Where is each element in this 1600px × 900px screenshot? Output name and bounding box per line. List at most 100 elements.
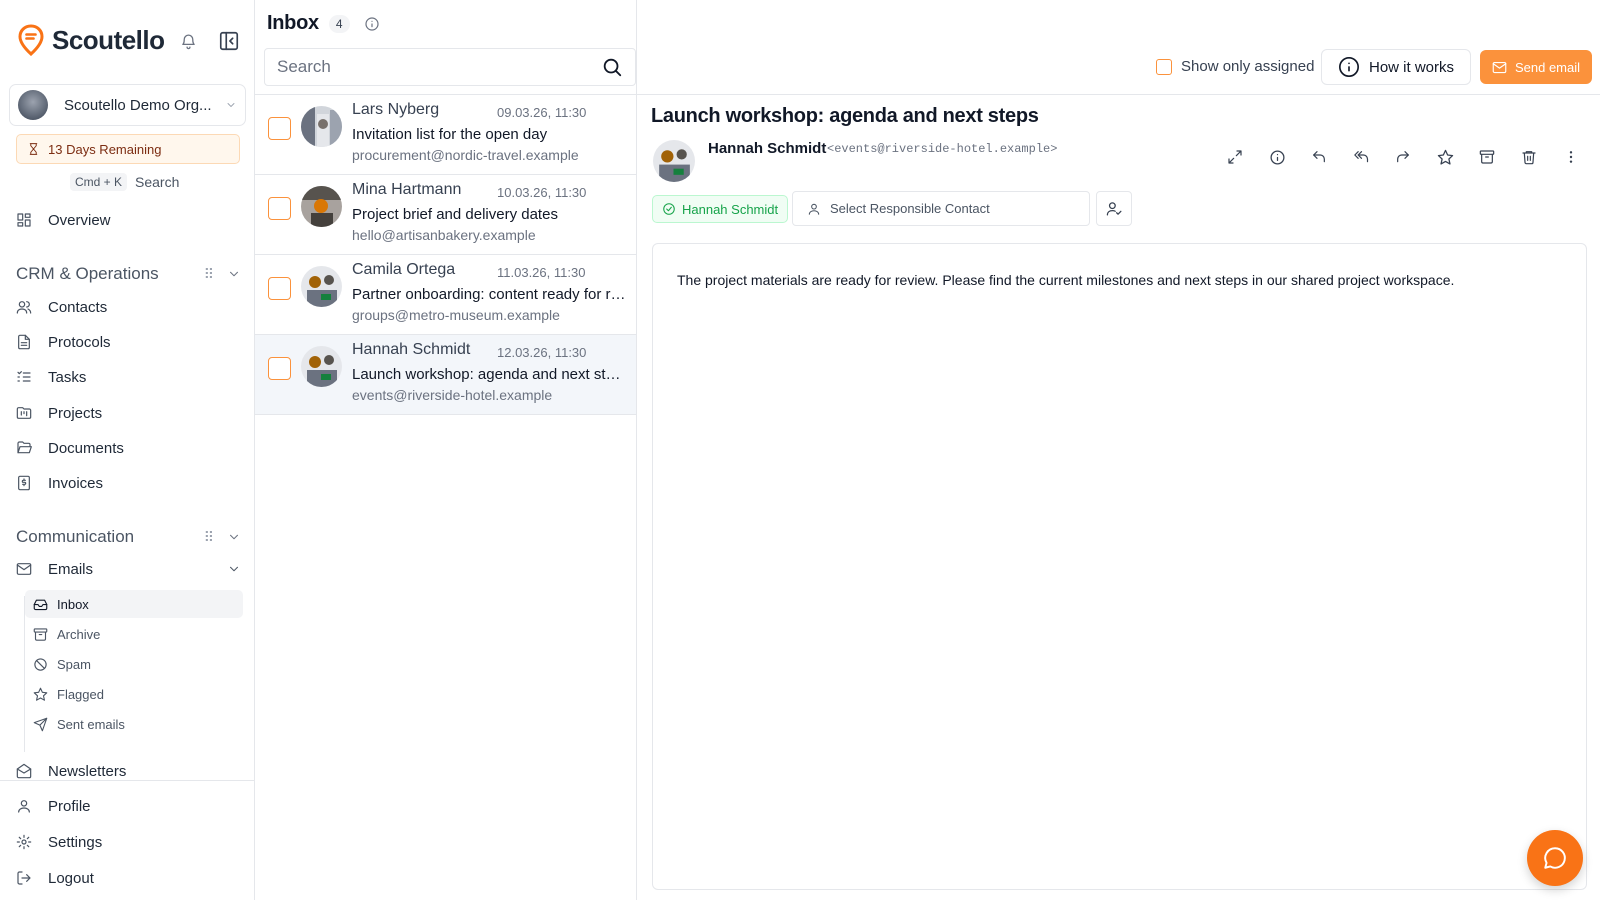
how-label: How it works — [1368, 58, 1454, 76]
sub-sent[interactable]: Sent emails — [25, 710, 243, 738]
chevron-down-icon[interactable] — [227, 562, 241, 576]
avatar — [301, 106, 342, 147]
email-subject: Launch workshop: agenda and next steps — [651, 105, 1039, 127]
nav-label: Invoices — [48, 474, 104, 492]
quick-search[interactable]: Cmd + K Search — [70, 173, 179, 191]
chevron-down-icon[interactable] — [227, 267, 241, 281]
reply-all-icon[interactable] — [1340, 145, 1382, 169]
nav-label: Logout — [48, 869, 94, 887]
star-icon[interactable] — [1424, 145, 1466, 169]
sub-spam[interactable]: Spam — [25, 650, 243, 678]
nav-profile[interactable]: Profile — [16, 794, 241, 818]
drag-handle-icon[interactable]: ⠿ — [204, 266, 214, 283]
chevron-down-icon — [225, 99, 237, 111]
search-box[interactable] — [264, 48, 636, 86]
mail-icon — [16, 561, 32, 577]
nav-protocols[interactable]: Protocols — [16, 330, 241, 354]
search-icon[interactable] — [601, 56, 623, 78]
section-communication[interactable]: Communication ⠿ — [16, 527, 241, 547]
info-icon[interactable] — [364, 16, 380, 32]
row-checkbox[interactable] — [268, 197, 291, 220]
expand-icon[interactable] — [1214, 145, 1256, 169]
trial-banner[interactable]: 13 Days Remaining — [16, 134, 240, 164]
send-icon — [33, 717, 48, 732]
row-checkbox[interactable] — [268, 117, 291, 140]
tasks-icon — [16, 369, 32, 385]
subject: Invitation list for the open day — [352, 126, 548, 143]
nav-settings[interactable]: Settings — [16, 830, 241, 854]
sidebar-collapse-icon[interactable] — [218, 30, 240, 52]
search-input[interactable] — [277, 57, 601, 77]
sender-email: events@riverside-hotel.example — [352, 387, 553, 403]
brand[interactable]: Scoutello — [18, 24, 165, 56]
bell-icon[interactable] — [180, 33, 197, 50]
how-it-works-button[interactable]: How it works — [1321, 49, 1471, 85]
avatar — [653, 140, 695, 182]
assigned-checkbox[interactable] — [1156, 58, 1172, 75]
nav-tasks[interactable]: Tasks — [16, 365, 241, 389]
logo-icon — [18, 24, 44, 56]
email-row[interactable]: Camila Ortega 11.03.26, 11:30 Partner on… — [255, 255, 636, 335]
section-crm[interactable]: CRM & Operations ⠿ — [16, 264, 241, 284]
show-assigned-toggle[interactable]: Show only assigned — [1156, 58, 1314, 75]
sender-name: Hannah Schmidt — [352, 341, 471, 358]
contact-chip[interactable]: Hannah Schmidt — [652, 195, 789, 223]
sender-name: Lars Nyberg — [352, 101, 440, 118]
chevron-down-icon[interactable] — [227, 530, 241, 544]
timestamp: 12.03.26, 11:30 — [497, 345, 587, 360]
email-row[interactable]: Mina Hartmann 10.03.26, 11:30 Project br… — [255, 175, 636, 255]
nav-label: Emails — [48, 560, 94, 578]
nav-emails[interactable]: Emails — [16, 557, 241, 581]
gear-icon — [16, 834, 32, 850]
nav-label: Projects — [48, 404, 103, 422]
nav-label: Newsletters — [48, 762, 127, 780]
sidebar: Scoutello Scoutello Demo Org... 13 Days … — [0, 0, 255, 900]
nav-logout[interactable]: Logout — [16, 866, 241, 890]
row-checkbox[interactable] — [268, 277, 291, 300]
divider — [0, 780, 255, 781]
avatar — [301, 346, 342, 387]
timestamp: 11.03.26, 11:30 — [497, 265, 586, 280]
user-check-icon — [1106, 200, 1123, 217]
sub-inbox[interactable]: Inbox — [25, 590, 243, 618]
row-checkbox[interactable] — [268, 357, 291, 380]
chat-launcher-button[interactable] — [1527, 830, 1583, 886]
archive-icon[interactable] — [1466, 145, 1508, 169]
user-icon — [16, 798, 32, 814]
page-title: Inbox — [267, 12, 319, 34]
nav-label: Profile — [48, 797, 91, 815]
sub-archive[interactable]: Archive — [25, 620, 243, 648]
sub-flagged[interactable]: Flagged — [25, 680, 243, 708]
email-row-selected[interactable]: Hannah Schmidt 12.03.26, 11:30 Launch wo… — [255, 335, 636, 415]
sub-label: Flagged — [57, 686, 104, 702]
section-title: CRM & Operations — [16, 264, 159, 283]
star-icon — [33, 687, 48, 702]
nav-label: Contacts — [48, 298, 108, 316]
responsible-contact-select[interactable]: Select Responsible Contact — [792, 191, 1090, 226]
send-email-button[interactable]: Send email — [1480, 50, 1592, 84]
org-switcher[interactable]: Scoutello Demo Org... — [9, 84, 246, 126]
email-list-panel: Inbox 4 Lars Nyberg 09.03.26, 11:30 Invi… — [255, 0, 637, 900]
drag-handle-icon[interactable]: ⠿ — [204, 529, 214, 546]
count-badge: 4 — [328, 14, 350, 33]
forward-icon[interactable] — [1382, 145, 1424, 169]
nav-contacts[interactable]: Contacts — [16, 295, 241, 319]
email-row[interactable]: Lars Nyberg 09.03.26, 11:30 Invitation l… — [255, 95, 636, 175]
nav-overview[interactable]: Overview — [16, 208, 241, 232]
logout-icon — [16, 870, 32, 886]
users-icon — [16, 299, 32, 315]
mail-icon — [1492, 60, 1507, 75]
nav-invoices[interactable]: Invoices — [16, 471, 241, 495]
assign-contact-button[interactable] — [1096, 191, 1132, 226]
nav-documents[interactable]: Documents — [16, 436, 241, 460]
trash-icon[interactable] — [1508, 145, 1550, 169]
info-icon[interactable] — [1256, 145, 1298, 169]
more-icon[interactable] — [1550, 145, 1592, 169]
contact-chip-label: Hannah Schmidt — [682, 201, 779, 217]
sender-email: <events@riverside-hotel.example> — [827, 142, 1058, 156]
nav-newsletters[interactable]: Newsletters — [16, 762, 241, 780]
reply-icon[interactable] — [1298, 145, 1340, 169]
shortcut-badge: Cmd + K — [70, 173, 128, 191]
nav-projects[interactable]: Projects — [16, 401, 241, 425]
email-detail-panel: Show only assigned How it works Send ema… — [637, 0, 1600, 900]
